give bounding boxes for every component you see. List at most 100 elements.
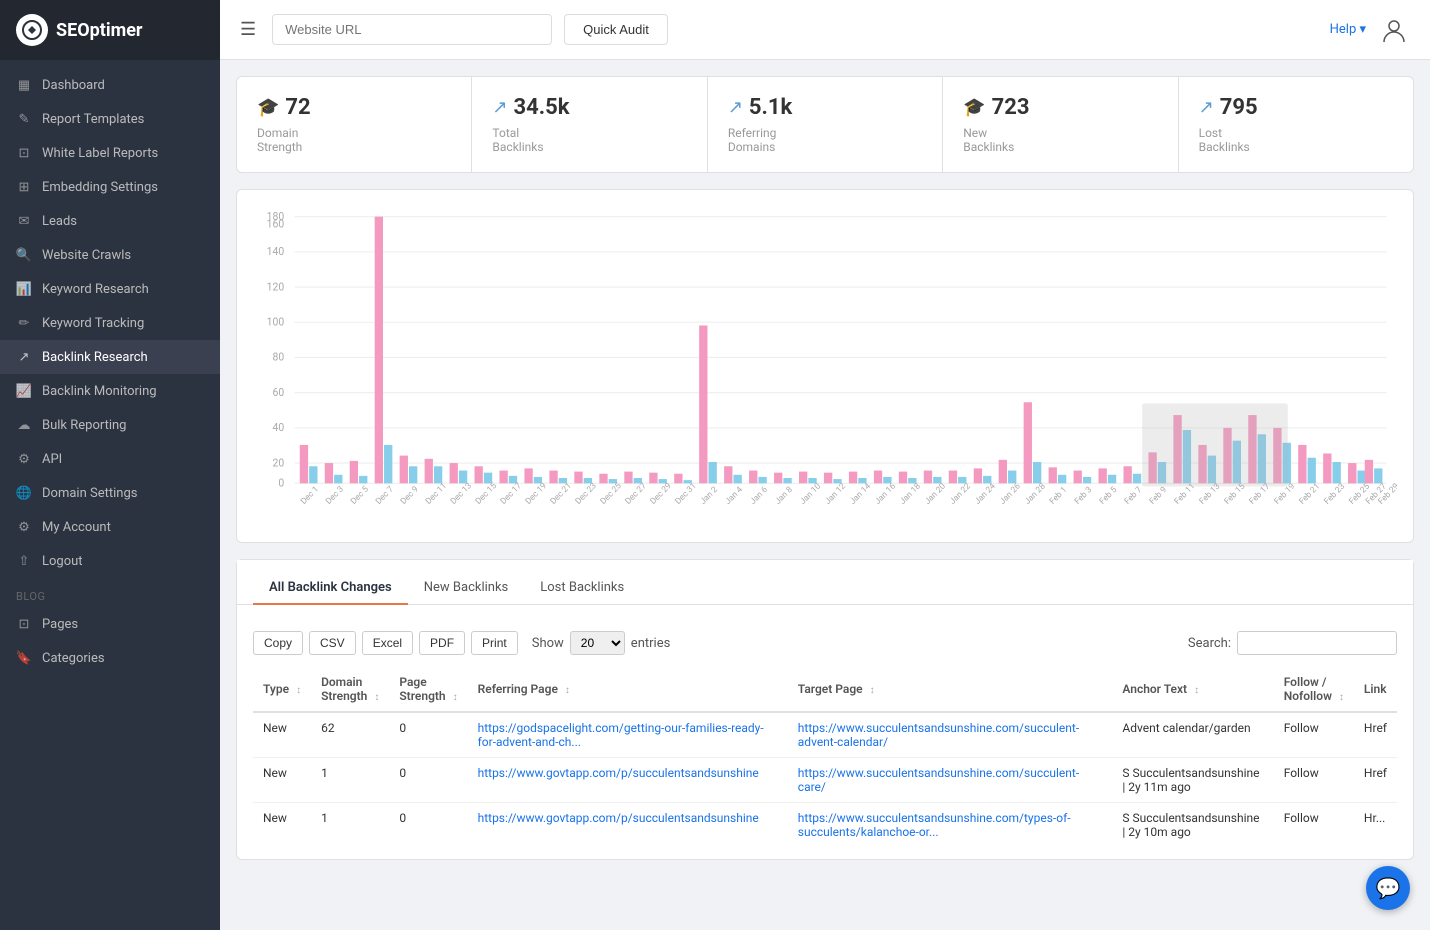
- svg-text:Dec 1: Dec 1: [299, 484, 321, 506]
- total-backlinks-value: 34.5k: [514, 95, 570, 120]
- entries-select[interactable]: 20 50 100: [570, 631, 625, 655]
- svg-text:Feb 5: Feb 5: [1098, 485, 1120, 507]
- sidebar-item-label: My Account: [42, 520, 111, 535]
- total-backlinks-label: TotalBacklinks: [492, 126, 686, 154]
- quick-audit-button[interactable]: Quick Audit: [564, 14, 668, 45]
- leads-icon: ✉: [16, 213, 32, 229]
- tabs-row: All Backlink Changes New Backlinks Lost …: [237, 560, 1413, 605]
- sidebar-item-bulk-reporting[interactable]: ☁ Bulk Reporting: [0, 408, 220, 442]
- svg-text:Dec 9: Dec 9: [399, 484, 421, 507]
- sidebar-item-keyword-research[interactable]: 📊 Keyword Research: [0, 272, 220, 306]
- col-referring-page: Referring Page ↕: [468, 667, 788, 712]
- svg-text:Dec 31: Dec 31: [673, 481, 698, 507]
- sidebar-item-backlink-research[interactable]: ↗ Backlink Research: [0, 340, 220, 374]
- cell-target-page[interactable]: https://www.succulentsandsunshine.com/ty…: [788, 803, 1113, 848]
- menu-icon[interactable]: ☰: [240, 19, 256, 40]
- svg-text:180: 180: [267, 210, 285, 223]
- sidebar-item-white-label-reports[interactable]: ⊡ White Label Reports: [0, 136, 220, 170]
- svg-text:Dec 15: Dec 15: [474, 481, 499, 507]
- sidebar-item-leads[interactable]: ✉ Leads: [0, 204, 220, 238]
- sidebar-item-dashboard[interactable]: ▦ Dashboard: [0, 68, 220, 102]
- svg-text:Dec 3: Dec 3: [324, 484, 346, 507]
- print-button[interactable]: Print: [471, 631, 518, 655]
- svg-text:Feb 7: Feb 7: [1123, 485, 1145, 507]
- svg-text:Feb 21: Feb 21: [1297, 482, 1322, 507]
- pdf-button[interactable]: PDF: [419, 631, 465, 655]
- table-section: All Backlink Changes New Backlinks Lost …: [236, 559, 1414, 860]
- sidebar-item-logout[interactable]: ⇧ Logout: [0, 544, 220, 578]
- cell-type: New: [253, 803, 311, 848]
- svg-text:120: 120: [267, 280, 285, 293]
- sidebar-item-report-templates[interactable]: ✎ Report Templates: [0, 102, 220, 136]
- svg-text:Jan 8: Jan 8: [773, 485, 795, 507]
- sidebar-item-backlink-monitoring[interactable]: 📈 Backlink Monitoring: [0, 374, 220, 408]
- search-label: Search:: [1188, 636, 1231, 651]
- tab-new-backlinks[interactable]: New Backlinks: [408, 572, 525, 605]
- report-templates-icon: ✎: [16, 111, 32, 127]
- svg-text:Jan 24: Jan 24: [973, 481, 998, 507]
- col-target-page: Target Page ↕: [788, 667, 1113, 712]
- kw-tracking-icon: ✏: [16, 315, 32, 331]
- col-anchor-text: Anchor Text ↕: [1112, 667, 1273, 712]
- logo-icon: [16, 14, 48, 46]
- svg-text:0: 0: [278, 476, 284, 489]
- stat-referring-domains: ↗ 5.1k ReferringDomains: [708, 77, 943, 172]
- dashboard-icon: ▦: [16, 77, 32, 93]
- copy-button[interactable]: Copy: [253, 631, 303, 655]
- excel-button[interactable]: Excel: [362, 631, 413, 655]
- sidebar-item-api[interactable]: ⚙ API: [0, 442, 220, 476]
- sidebar-item-website-crawls[interactable]: 🔍 Website Crawls: [0, 238, 220, 272]
- sidebar-item-domain-settings[interactable]: 🌐 Domain Settings: [0, 476, 220, 510]
- table-row: New 1 0 https://www.govtapp.com/p/succul…: [253, 803, 1397, 848]
- tab-lost-backlinks[interactable]: Lost Backlinks: [524, 572, 640, 605]
- sidebar-item-label: Categories: [42, 651, 105, 666]
- sidebar-item-label: Keyword Research: [42, 282, 149, 297]
- sidebar-item-label: API: [42, 452, 62, 467]
- my-account-icon: ⚙: [16, 519, 32, 535]
- sidebar-item-pages[interactable]: ⊡ Pages: [0, 607, 220, 641]
- svg-text:Dec 7: Dec 7: [374, 484, 396, 507]
- user-avatar-icon[interactable]: [1378, 14, 1410, 46]
- cell-referring-page[interactable]: https://godspacelight.com/getting-our-fa…: [468, 712, 788, 758]
- sidebar-item-keyword-tracking[interactable]: ✏ Keyword Tracking: [0, 306, 220, 340]
- svg-text:Jan 6: Jan 6: [748, 485, 770, 507]
- sidebar-item-label: White Label Reports: [42, 146, 158, 161]
- cell-follow: Follow: [1274, 758, 1354, 803]
- svg-text:60: 60: [273, 386, 285, 399]
- lost-backlinks-value: 795: [1220, 95, 1258, 120]
- tab-all-backlink-changes[interactable]: All Backlink Changes: [253, 572, 408, 605]
- csv-button[interactable]: CSV: [309, 631, 356, 655]
- search-input[interactable]: [1237, 631, 1397, 655]
- url-input[interactable]: [272, 14, 552, 45]
- svg-text:20: 20: [273, 456, 285, 469]
- backlink-research-icon: ↗: [16, 349, 32, 365]
- cell-follow: Follow: [1274, 712, 1354, 758]
- sidebar-item-embedding-settings[interactable]: ⊞ Embedding Settings: [0, 170, 220, 204]
- svg-text:Dec 29: Dec 29: [649, 481, 674, 507]
- sidebar-item-label: Backlink Research: [42, 350, 148, 365]
- blog-section-label: Blog: [0, 578, 220, 607]
- cell-target-page[interactable]: https://www.succulentsandsunshine.com/su…: [788, 712, 1113, 758]
- sidebar-item-my-account[interactable]: ⚙ My Account: [0, 510, 220, 544]
- white-label-icon: ⊡: [16, 145, 32, 161]
- cell-domain-strength: 62: [311, 712, 389, 758]
- table-controls: Copy CSV Excel PDF Print Show 20 50 100 …: [253, 631, 1397, 655]
- sidebar-item-categories[interactable]: 🔖 Categories: [0, 641, 220, 675]
- cell-referring-page[interactable]: https://www.govtapp.com/p/succulentsands…: [468, 758, 788, 803]
- cell-domain-strength: 1: [311, 758, 389, 803]
- chart-area: 0 20 40 60 80 100 120 140 160 180: [253, 206, 1397, 526]
- svg-text:Dec 27: Dec 27: [624, 481, 649, 507]
- chat-button[interactable]: 💬: [1366, 866, 1410, 910]
- help-link[interactable]: Help ▾: [1330, 22, 1366, 37]
- svg-text:Jan 22: Jan 22: [948, 481, 973, 507]
- stat-lost-backlinks: ↗ 795 LostBacklinks: [1179, 77, 1413, 172]
- cell-referring-page[interactable]: https://www.govtapp.com/p/succulentsands…: [468, 803, 788, 848]
- svg-text:Dec 13: Dec 13: [449, 481, 474, 507]
- svg-text:Feb 3: Feb 3: [1073, 485, 1095, 507]
- cell-target-page[interactable]: https://www.succulentsandsunshine.com/su…: [788, 758, 1113, 803]
- col-page-strength: PageStrength ↕: [389, 667, 467, 712]
- main-area: ☰ Quick Audit Help ▾ 🎓 72 DomainStrength: [220, 0, 1430, 930]
- svg-text:100: 100: [267, 315, 285, 328]
- sidebar-item-label: Leads: [42, 214, 77, 229]
- svg-text:Dec 25: Dec 25: [599, 481, 624, 507]
